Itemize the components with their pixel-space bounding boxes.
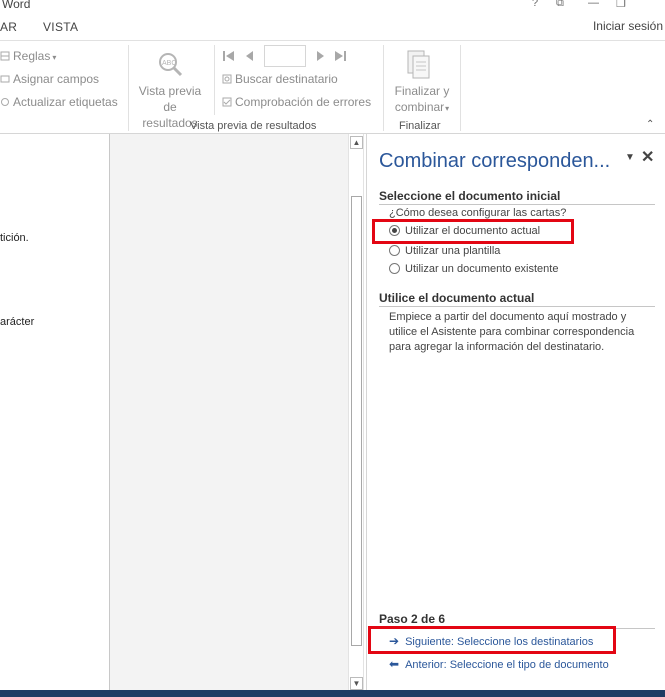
highlight-box [372,219,574,244]
update-labels-button[interactable]: Actualizar etiquetas [0,95,118,109]
find-recipient-button[interactable]: Buscar destinatario [222,72,338,86]
finish-merge-label-1: Finalizar y [394,84,450,98]
ribbon-separator [383,45,384,131]
previous-step-link[interactable]: ⬅ Anterior: Seleccione el tipo de documen… [389,657,609,671]
update-labels-icon [1,98,9,106]
ribbon-tabs: AR VISTA Iniciar sesión [0,14,665,40]
question-text: ¿Cómo desea configurar las cartas? [389,207,567,219]
find-recipient-label: Buscar destinatario [235,72,338,86]
radio-icon[interactable] [389,263,400,274]
section-heading: Utilice el documento actual [379,291,535,305]
scroll-thumb[interactable] [351,196,362,646]
pane-title: Combinar corresponden... [379,150,611,172]
document-page[interactable]: tición. arácter [0,134,110,690]
app-title: Word [2,0,31,11]
scroll-up-arrow-icon[interactable]: ▲ [350,136,363,149]
help-button[interactable]: ? [532,0,538,9]
document-background [110,134,348,690]
ribbon-display-options-icon[interactable]: ⧉ [556,0,564,10]
minimize-button[interactable]: — [588,0,599,9]
tab-revisar[interactable]: AR [0,20,17,34]
find-recipient-icon [222,74,232,84]
finish-merge-icon [407,50,430,79]
tab-vista[interactable]: VISTA [43,20,78,34]
last-record-icon[interactable] [333,49,347,63]
option-existing-document[interactable]: Utilizar un documento existente [389,263,558,275]
match-fields-button[interactable]: Asignar campos [0,72,99,86]
check-errors-label: Comprobación de errores [235,95,372,109]
option-label: Utilizar un documento existente [405,263,559,275]
arrow-left-icon: ⬅ [389,657,400,671]
ribbon-separator [128,45,129,131]
option-template[interactable]: Utilizar una plantilla [389,245,500,257]
chevron-down-icon: ▾ [52,53,57,62]
document-scrollbar[interactable]: ▲ ▼ [348,134,364,690]
section-heading: Seleccione el documento inicial [379,189,561,203]
pane-options-icon[interactable]: ▼ [625,152,635,163]
first-record-icon[interactable] [222,49,236,63]
document-text: tición. [0,232,29,244]
section-description: Empiece a partir del documento aquí most… [389,311,635,353]
preview-results-label-1: Vista previa [138,84,202,98]
document-text: arácter [0,316,35,328]
rules-icon [0,51,10,61]
radio-icon[interactable] [389,245,400,256]
previous-step-label: Anterior: Seleccione el tipo de document… [405,659,609,671]
document-area: tición. arácter [0,134,366,690]
restore-button[interactable]: ❐ [616,0,626,10]
section-divider [379,204,655,205]
option-label: Utilizar una plantilla [405,245,501,257]
rules-label: Reglas [13,49,51,63]
title-bar: Word ? ⧉ — ❐ [0,0,665,14]
highlight-box [368,626,616,654]
mail-merge-task-pane: Combinar corresponden... ▼ ✕ Seleccione … [366,134,665,690]
collapse-ribbon-icon[interactable]: ⌃ [646,119,654,130]
check-errors-icon [222,97,232,107]
finish-merge-label-2: combinar [394,100,445,114]
finish-merge-button[interactable]: Finalizar y combinar▾ [388,83,456,117]
svg-text:ABC: ABC [162,60,176,67]
section-divider [379,306,655,307]
chevron-down-icon: ▾ [445,104,450,113]
preview-results-icon: ABC [159,53,183,77]
ribbon: Reglas ▾ Asignar campos Actualizar etique… [0,40,665,134]
step-indicator: Paso 2 de 6 [379,612,446,626]
ribbon-separator [214,45,215,115]
preview-group-label: Vista previa de resultados [190,120,317,132]
match-fields-label: Asignar campos [13,72,100,86]
next-record-icon[interactable] [313,49,327,63]
scroll-down-arrow-icon[interactable]: ▼ [350,677,363,690]
signin-link[interactable]: Iniciar sesión [593,19,663,33]
previous-record-icon[interactable] [243,49,257,63]
ribbon-separator [460,45,461,131]
match-fields-icon [0,75,10,83]
finish-group-label: Finalizar [399,120,441,132]
taskbar [0,690,665,697]
record-number-input[interactable] [264,45,306,67]
rules-button[interactable]: Reglas ▾ [0,49,56,63]
close-icon[interactable]: ✕ [641,147,654,167]
check-errors-button[interactable]: Comprobación de errores [222,95,371,109]
update-labels-label: Actualizar etiquetas [13,95,118,109]
